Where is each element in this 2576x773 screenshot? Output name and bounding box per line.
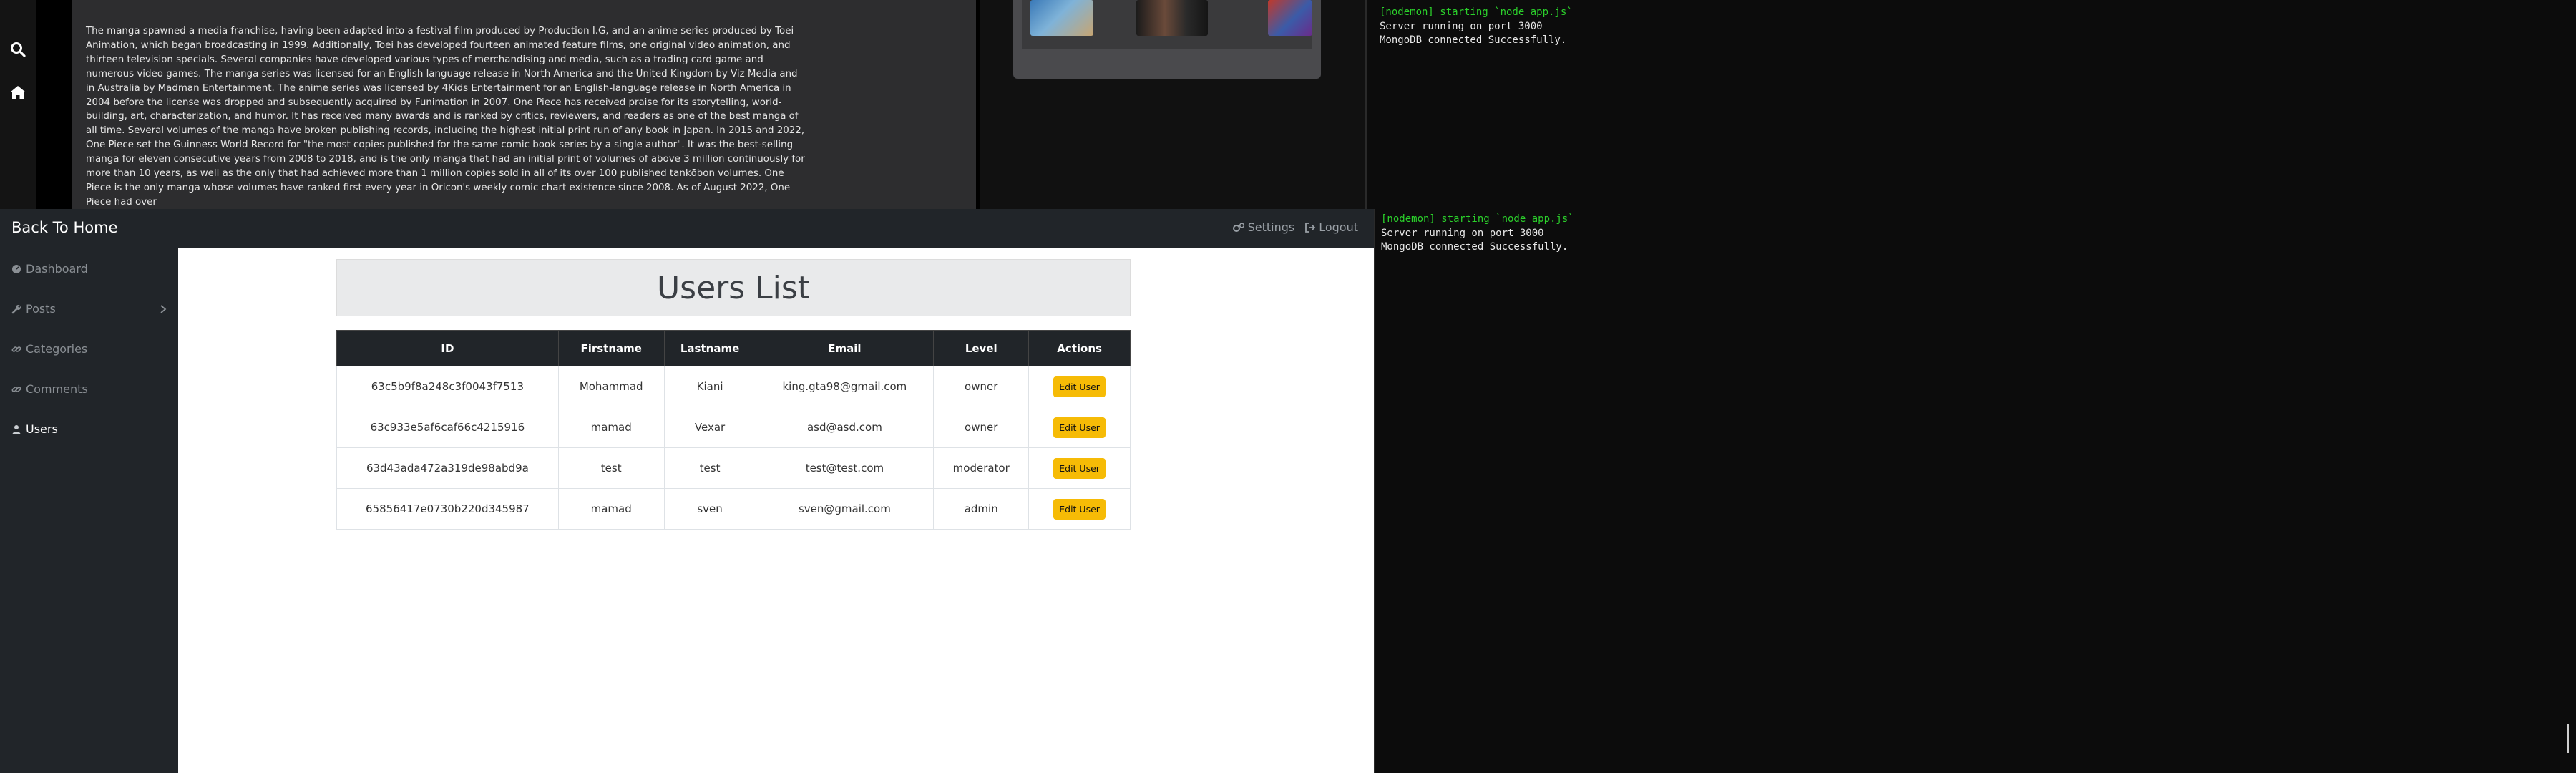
admin-topbar: Back To Home Settings Logout [0,209,1374,248]
cell-lastname: test [663,447,756,489]
post-thumbnail[interactable] [1268,0,1312,36]
terminal-line: [nodemon] starting `node app.js` [1380,6,1573,18]
blog-icon-bar [0,0,36,209]
link-icon [11,346,21,352]
sidebar-item-label: Dashboard [26,262,88,276]
edit-user-button[interactable]: Edit User [1053,376,1106,397]
cell-email: king.gta98@gmail.com [755,366,935,407]
cell-lastname: Vexar [663,407,756,448]
home-icon[interactable] [9,83,27,102]
settings-link[interactable]: Settings [1232,220,1295,234]
wrench-icon [11,304,21,313]
sidebar-item-users[interactable]: Users [11,422,58,436]
terminal-line: Server running on port 3000 [1381,227,1544,239]
sidebar-item-label: Comments [26,382,88,396]
edit-user-button[interactable]: Edit User [1053,498,1106,520]
cell-level: owner [933,407,1030,448]
terminal-bottom[interactable]: [nodemon] starting `node app.js` Server … [1374,209,2576,773]
terminal-output: [nodemon] starting `node app.js` Server … [1381,213,1574,255]
related-posts-thumbs [1022,0,1312,49]
link-icon [11,386,21,392]
cell-actions: Edit User [1028,407,1131,448]
cell-email: test@test.com [755,447,935,489]
admin-sidebar: Dashboard Posts Categories Comments User… [0,248,178,773]
column-header-lastname: Lastname [663,330,756,366]
cell-id: 63c933e5af6caf66c4215916 [336,407,559,448]
gears-icon [1232,222,1244,232]
sidebar-item-posts[interactable]: Posts [11,302,169,316]
logout-link[interactable]: Logout [1304,220,1358,234]
cell-email: sven@gmail.com [755,488,935,530]
terminal-cursor [2567,724,2569,753]
cell-email: asd@asd.com [755,407,935,448]
cell-firstname: Mohammad [557,366,665,407]
edit-user-button[interactable]: Edit User [1053,457,1106,479]
users-table: ID Firstname Lastname Email Level Action… [336,330,1131,530]
sidebar-item-dashboard[interactable]: Dashboard [11,262,88,276]
column-header-firstname: Firstname [557,330,665,366]
cell-id: 65856417e0730b220d345987 [336,488,559,530]
page-title-box: Users List [336,259,1131,316]
column-header-id: ID [336,330,559,366]
cell-id: 63d43ada472a319de98abd9a [336,447,559,489]
post-thumbnail[interactable] [1136,0,1208,36]
column-header-level: Level [933,330,1030,366]
table-row: 63c5b9f8a248c3f0043f7513 Mohammad Kiani … [336,366,1131,407]
terminal-top[interactable]: [nodemon] starting `node app.js` Server … [1365,0,2576,209]
search-icon[interactable] [9,40,27,59]
column-header-email: Email [755,330,935,366]
blog-window: The manga spawned a media franchise, hav… [0,0,1365,209]
cell-actions: Edit User [1028,366,1131,407]
cell-firstname: mamad [557,488,665,530]
cell-actions: Edit User [1028,447,1131,489]
sidebar-item-label: Posts [26,302,56,316]
cell-level: moderator [933,447,1030,489]
terminal-output: [nodemon] starting `node app.js` Server … [1380,6,1573,48]
table-row: 65856417e0730b220d345987 mamad sven sven… [336,488,1131,530]
terminal-line: Server running on port 3000 [1380,20,1543,32]
sidebar-item-comments[interactable]: Comments [11,382,88,396]
page-title: Users List [656,269,811,306]
chevron-right-icon[interactable] [159,304,167,314]
related-posts-card [1013,0,1321,79]
edit-user-button[interactable]: Edit User [1053,417,1106,438]
terminal-line: MongoDB connected Successfully. [1381,241,1568,253]
sidebar-item-label: Categories [26,342,88,356]
column-header-actions: Actions [1028,330,1131,366]
logout-label: Logout [1319,220,1358,234]
article-paragraph: The manga spawned a media franchise, hav… [86,26,805,208]
dashboard-icon [12,264,21,273]
settings-label: Settings [1247,220,1295,234]
user-icon [12,424,21,434]
cell-firstname: mamad [557,407,665,448]
table-row: 63d43ada472a319de98abd9a test test test@… [336,447,1131,489]
sidebar-item-categories[interactable]: Categories [11,342,87,356]
logout-icon [1305,222,1316,233]
cell-id: 63c5b9f8a248c3f0043f7513 [336,366,559,407]
table-row: 63c933e5af6caf66c4215916 mamad Vexar asd… [336,407,1131,448]
table-header-row: ID Firstname Lastname Email Level Action… [336,330,1131,366]
post-thumbnail[interactable] [1030,0,1093,36]
terminal-line: MongoDB connected Successfully. [1380,34,1567,46]
cell-level: admin [933,488,1030,530]
admin-window: Back To Home Settings Logout Dashboard P… [0,209,1374,773]
back-to-home-link[interactable]: Back To Home [11,219,117,236]
cell-firstname: test [557,447,665,489]
blog-article: The manga spawned a media franchise, hav… [72,0,976,209]
terminal-line: [nodemon] starting `node app.js` [1381,213,1574,225]
admin-main: Users List ID Firstname Lastname Email L… [178,248,1374,773]
cell-actions: Edit User [1028,488,1131,530]
sidebar-item-label: Users [26,422,58,436]
cell-level: owner [933,366,1030,407]
topbar-actions: Settings Logout [1232,220,1358,234]
cell-lastname: sven [663,488,756,530]
cell-lastname: Kiani [663,366,756,407]
blog-sidebar-panel [980,0,1365,209]
